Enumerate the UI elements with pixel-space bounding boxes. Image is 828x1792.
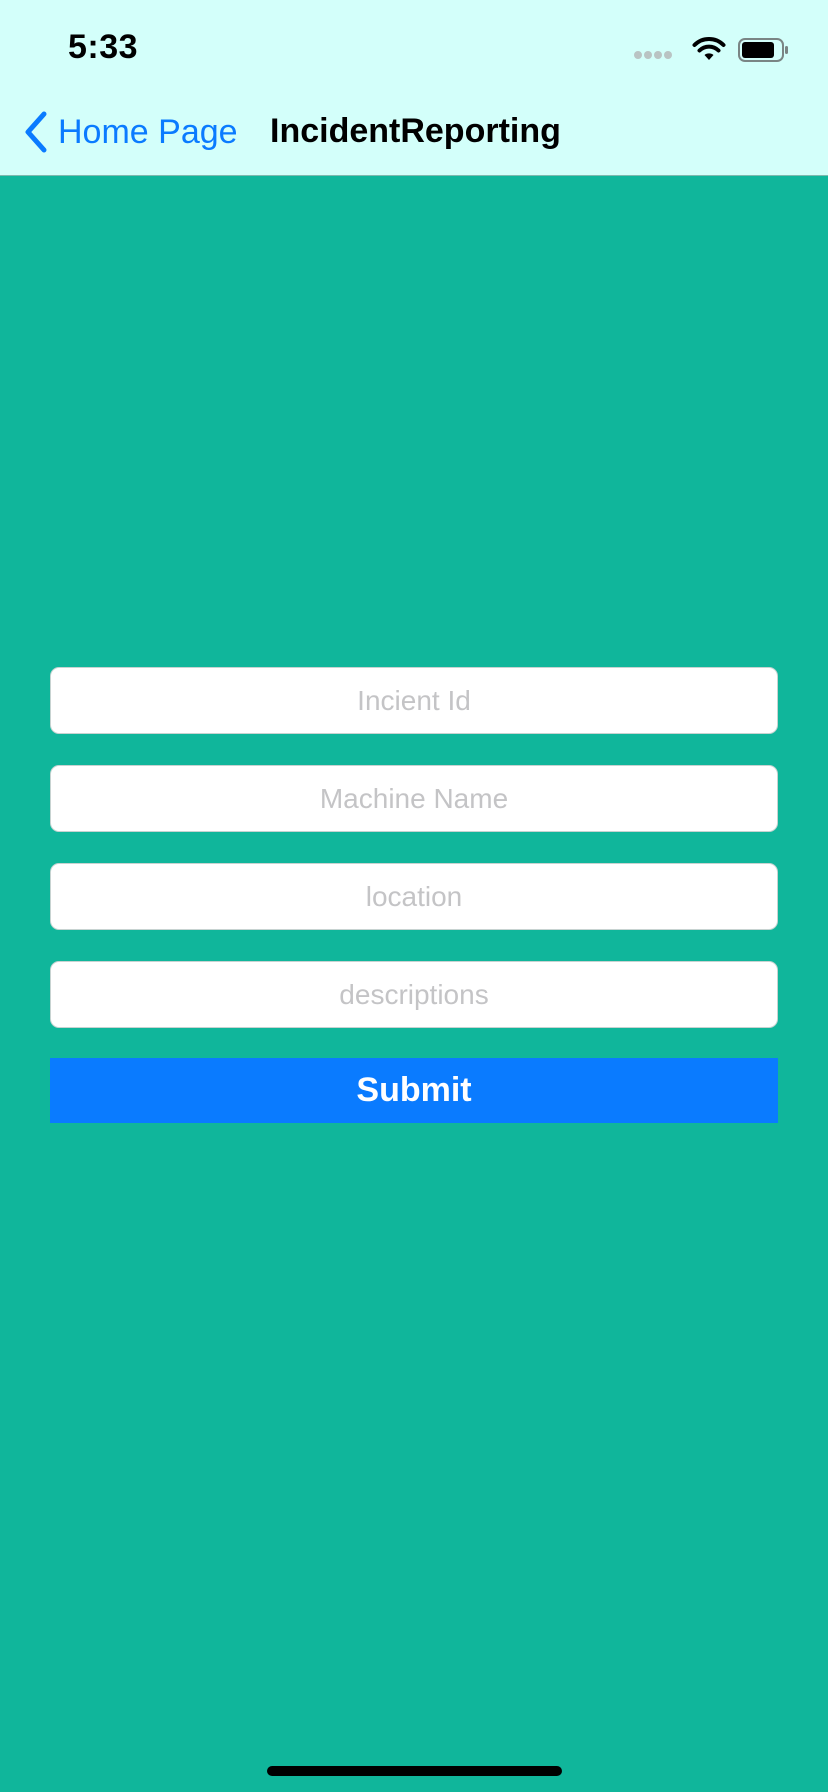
incident-form: Submit bbox=[50, 667, 778, 1123]
back-button-label: Home Page bbox=[58, 112, 238, 151]
home-indicator[interactable] bbox=[267, 1766, 562, 1776]
wifi-icon bbox=[692, 37, 726, 60]
chevron-left-icon bbox=[25, 111, 47, 153]
location-field[interactable] bbox=[50, 863, 778, 930]
back-button[interactable]: Home Page bbox=[22, 108, 238, 156]
status-icons bbox=[634, 36, 794, 66]
descriptions-field[interactable] bbox=[50, 961, 778, 1028]
status-time: 5:33 bbox=[68, 28, 139, 66]
submit-button[interactable]: Submit bbox=[50, 1058, 778, 1123]
navigation-bar: 5:33 Home Page IncidentReporting bbox=[0, 0, 828, 176]
battery-icon bbox=[738, 38, 788, 62]
machine-name-field[interactable] bbox=[50, 765, 778, 832]
page-title: IncidentReporting bbox=[270, 112, 561, 150]
cellular-signal-icon bbox=[634, 51, 674, 59]
incident-id-field[interactable] bbox=[50, 667, 778, 734]
